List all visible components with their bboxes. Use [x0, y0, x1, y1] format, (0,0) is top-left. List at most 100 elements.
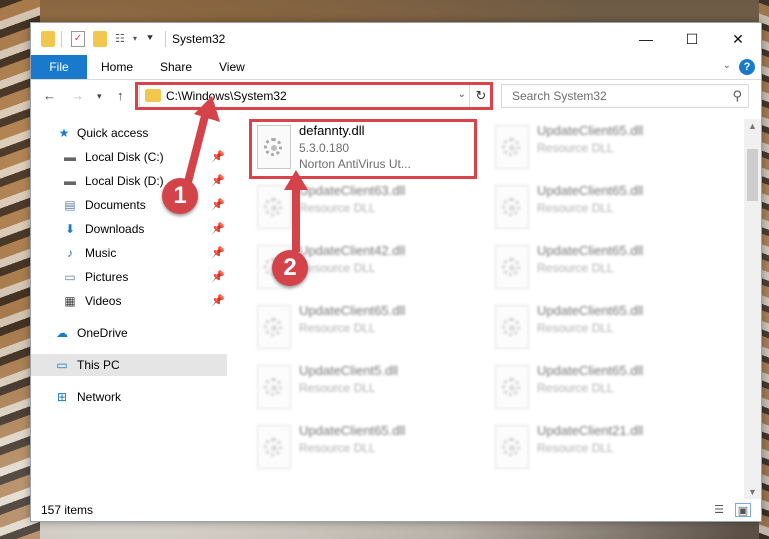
sidebar-item-label: Pictures: [85, 270, 129, 284]
tab-view[interactable]: View: [219, 55, 245, 79]
step-marker-1: 1: [162, 178, 198, 214]
back-arrow-icon[interactable]: ←: [43, 88, 56, 103]
file-item[interactable]: UpdateClient65.dll Resource DLL: [489, 239, 709, 295]
file-item[interactable]: UpdateClient63.dll Resource DLL: [251, 179, 471, 235]
search-input[interactable]: Search System32 ⚲: [501, 84, 749, 108]
tab-home[interactable]: Home: [101, 55, 133, 79]
forward-arrow-icon[interactable]: →: [71, 88, 84, 103]
sidebar-item-label: Downloads: [85, 222, 145, 236]
sidebar-item-onedrive[interactable]: ☁ OneDrive: [31, 322, 227, 344]
close-button[interactable]: ✕: [715, 23, 761, 55]
sidebar-item-quick-access[interactable]: ★ Quick access: [31, 122, 227, 144]
file-item[interactable]: UpdateClient65.dll Resource DLL: [251, 419, 471, 475]
file-name: UpdateClient63.dll: [299, 183, 406, 198]
help-icon[interactable]: ?: [739, 59, 755, 75]
details-view-icon[interactable]: ☰: [711, 503, 727, 517]
file-explorer-window: ✓ ☷ ▾ ⯆ System32 — ☐ ✕ File Home Share V…: [30, 22, 762, 522]
file-name: UpdateClient65.dll: [299, 423, 406, 438]
dll-file-icon: [257, 425, 291, 469]
file-type: Resource DLL: [537, 321, 614, 335]
item-count: 157 items: [41, 503, 94, 517]
file-type: Resource DLL: [537, 441, 614, 455]
minimize-button[interactable]: —: [623, 23, 669, 55]
file-type: Resource DLL: [299, 381, 376, 395]
dropdown-icon[interactable]: ⯆: [146, 31, 158, 47]
file-name: UpdateClient65.dll: [537, 243, 644, 258]
new-folder-icon[interactable]: [93, 31, 107, 47]
expand-ribbon-icon[interactable]: ⌄: [723, 60, 731, 71]
ribbon-tabs: File Home Share View ⌄ ?: [31, 55, 761, 80]
divider: [61, 31, 62, 47]
computer-icon: ▭: [56, 358, 68, 372]
file-item[interactable]: UpdateClient65.dll Resource DLL: [489, 179, 709, 235]
file-type: Resource DLL: [299, 201, 376, 215]
pin-icon: 📌: [211, 175, 225, 187]
tab-share[interactable]: Share: [160, 55, 192, 79]
file-type: Resource DLL: [299, 261, 376, 275]
download-icon: ⬇: [64, 222, 76, 236]
file-type: Resource DLL: [537, 141, 614, 155]
star-icon: ★: [58, 126, 70, 140]
file-type: Resource DLL: [537, 261, 614, 275]
file-item[interactable]: UpdateClient65.dll Resource DLL: [489, 359, 709, 415]
sidebar-item-network[interactable]: ⊞ Network: [31, 386, 227, 408]
title-bar: ✓ ☷ ▾ ⯆ System32 — ☐ ✕: [31, 23, 761, 55]
file-name: UpdateClient65.dll: [299, 303, 406, 318]
pin-icon: 📌: [211, 151, 225, 163]
file-type: Resource DLL: [299, 441, 376, 455]
file-type: Resource DLL: [299, 321, 376, 335]
file-item[interactable]: UpdateClient65.dll Resource DLL: [251, 299, 471, 355]
customize-toolbar-icon[interactable]: ▾: [133, 31, 141, 47]
file-item[interactable]: UpdateClient65.dll Resource DLL: [489, 299, 709, 355]
file-name: UpdateClient65.dll: [537, 183, 644, 198]
dll-file-icon: [495, 305, 529, 349]
sidebar-item-videos[interactable]: ▦ Videos 📌: [31, 290, 227, 312]
sidebar-item-music[interactable]: ♪ Music 📌: [31, 242, 227, 264]
sidebar-item-downloads[interactable]: ⬇ Downloads 📌: [31, 218, 227, 240]
sidebar-item-label: This PC: [77, 358, 120, 372]
search-icon: ⚲: [732, 88, 742, 103]
sidebar-item-label: Quick access: [77, 126, 149, 140]
view-options-icon[interactable]: ☷: [115, 31, 129, 47]
scroll-up-icon[interactable]: ▲: [748, 121, 757, 131]
file-name: UpdateClient65.dll: [537, 363, 644, 378]
vertical-scrollbar[interactable]: ▲ ▼: [744, 119, 761, 499]
scroll-thumb[interactable]: [747, 149, 758, 201]
file-name: UpdateClient21.dll: [537, 423, 644, 438]
dll-file-icon: [495, 425, 529, 469]
sidebar-item-label: Music: [85, 246, 117, 260]
pin-icon: 📌: [211, 295, 225, 307]
drive-icon: ▬: [64, 150, 76, 164]
sidebar-item-label: Network: [77, 390, 122, 404]
dll-file-icon: [495, 185, 529, 229]
sidebar-item-label: Local Disk (D:): [85, 174, 164, 188]
sidebar-item-local-disk-d[interactable]: ▬ Local Disk (D:) 📌: [31, 170, 227, 192]
maximize-button[interactable]: ☐: [669, 23, 715, 55]
recent-locations-icon[interactable]: ▾: [97, 91, 102, 102]
file-item[interactable]: UpdateClient65.dll Resource DLL: [489, 119, 709, 175]
file-type: Resource DLL: [537, 201, 614, 215]
sidebar-item-this-pc[interactable]: ▭ This PC: [31, 354, 227, 376]
file-name: UpdateClient42.dll: [299, 243, 406, 258]
step-marker-2: 2: [272, 250, 308, 286]
cloud-icon: ☁: [56, 326, 68, 340]
sidebar-item-local-disk-c[interactable]: ▬ Local Disk (C:) 📌: [31, 146, 227, 168]
file-type: Resource DLL: [537, 381, 614, 395]
video-icon: ▦: [64, 294, 76, 308]
pin-icon: 📌: [211, 199, 225, 211]
file-item[interactable]: UpdateClient5.dll Resource DLL: [251, 359, 471, 415]
sidebar-item-label: Videos: [85, 294, 122, 308]
scroll-down-icon[interactable]: ▼: [748, 487, 757, 497]
music-icon: ♪: [67, 246, 73, 260]
large-icons-view-icon[interactable]: ▣: [735, 503, 751, 517]
up-arrow-icon[interactable]: ↑: [117, 88, 124, 103]
properties-icon[interactable]: ✓: [71, 31, 85, 47]
navigation-pane: ★ Quick access ▬ Local Disk (C:) 📌 ▬ Loc…: [31, 119, 227, 499]
status-bar: 157 items ☰ ▣: [31, 499, 761, 521]
window-title: System32: [172, 32, 226, 46]
tab-file[interactable]: File: [31, 55, 87, 79]
document-icon: ▤: [64, 198, 76, 212]
sidebar-item-pictures[interactable]: ▭ Pictures 📌: [31, 266, 227, 288]
dll-file-icon: [495, 245, 529, 289]
file-item[interactable]: UpdateClient21.dll Resource DLL: [489, 419, 709, 475]
